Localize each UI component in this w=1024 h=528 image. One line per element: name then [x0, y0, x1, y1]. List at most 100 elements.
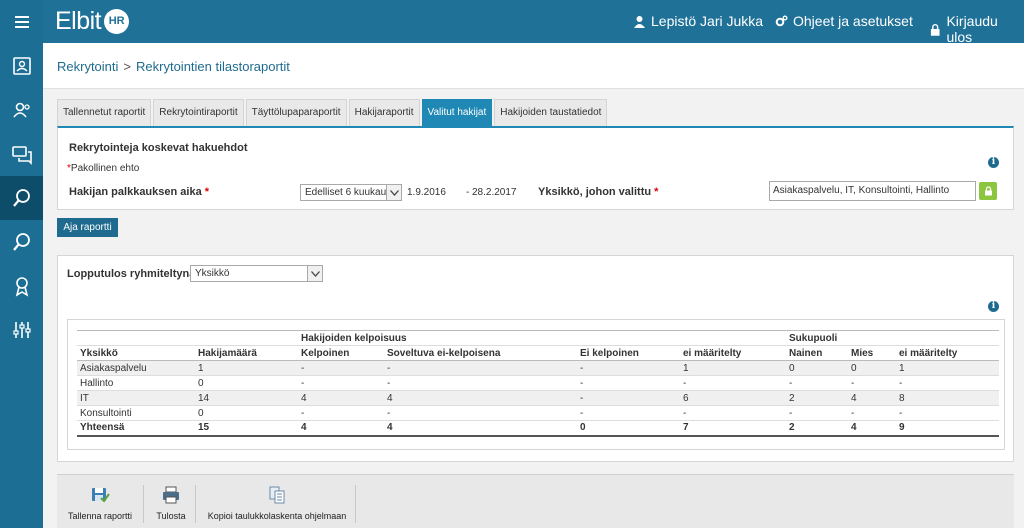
table-cell: -: [577, 405, 680, 421]
print-label: Tulosta: [156, 511, 186, 521]
table-cell: -: [298, 375, 384, 391]
unit-label: Yksikkö, johon valittu *: [538, 186, 659, 198]
table-cell: Hallinto: [77, 375, 195, 391]
award-icon[interactable]: [0, 264, 43, 308]
chat-icon[interactable]: [0, 132, 43, 176]
tab-recruitment-reports[interactable]: Rekrytointiraportit: [153, 99, 244, 126]
table-cell: -: [384, 375, 577, 391]
table-cell: 14: [195, 390, 298, 406]
group-header-empty: [77, 330, 195, 346]
user-name: Lepistö Jari Jukka: [651, 13, 764, 29]
date-dash: -: [466, 187, 470, 198]
tab-saved-reports[interactable]: Tallennetut raportit: [57, 99, 152, 126]
unit-picker-button[interactable]: [979, 182, 997, 200]
group-header-row: Hakijoiden kelpoisuus Sukupuoli: [77, 330, 999, 346]
info-icon[interactable]: i: [988, 301, 999, 312]
unit-field[interactable]: Asiakaspalvelu, IT, Konsultointi, Hallin…: [769, 181, 976, 201]
save-report-label: Tallenna raportti: [67, 511, 133, 521]
table-cell: -: [384, 360, 577, 376]
toolbar-divider: [355, 485, 356, 523]
column-header-row: Yksikkö Hakijamäärä Kelpoinen Soveltuva …: [77, 345, 999, 361]
column-header[interactable]: ei määritelty: [680, 345, 786, 361]
lock-icon: [930, 23, 940, 36]
run-report-button[interactable]: Aja raportti: [57, 218, 118, 237]
results-table-frame: Hakijoiden kelpoisuus Sukupuoli Yksikkö …: [67, 319, 1005, 450]
table-cell: 0: [195, 375, 298, 391]
column-header[interactable]: Hakijamäärä: [195, 345, 298, 361]
printer-icon: [163, 486, 179, 504]
date-from: 1.9.2016: [407, 187, 446, 198]
table-cell: 0: [786, 360, 848, 376]
table-cell: -: [786, 405, 848, 421]
tab-selected-applicants[interactable]: Valitut hakijat: [421, 99, 493, 126]
column-header[interactable]: Kelpoinen: [298, 345, 384, 361]
table-cell: 0: [195, 405, 298, 421]
tab-permit-reports[interactable]: Täyttölupaparaportit: [245, 99, 347, 126]
table-cell: 4: [384, 390, 577, 406]
table-cell: 4: [298, 390, 384, 406]
hire-time-select[interactable]: Edelliset 6 kuukautta: [300, 184, 402, 201]
settings-link[interactable]: Ohjeet ja asetukset: [775, 13, 913, 29]
info-icon[interactable]: i: [988, 157, 999, 168]
breadcrumb-separator: >: [123, 59, 132, 74]
table-row: Hallinto 0 - - - - - - -: [77, 375, 999, 391]
table-cell: -: [577, 360, 680, 376]
table-cell: -: [680, 375, 786, 391]
search-report-icon[interactable]: [0, 176, 43, 220]
results-table: Hakijoiden kelpoisuus Sukupuoli Yksikkö …: [77, 330, 999, 437]
table-cell: Asiakaspalvelu: [77, 360, 195, 376]
profile-card-icon[interactable]: [0, 44, 43, 88]
gears-icon: [775, 15, 788, 26]
criteria-panel: Rekrytointeja koskevat hakuehdot *Pakoll…: [57, 126, 1014, 210]
table-cell: -: [786, 375, 848, 391]
total-cell: 4: [298, 420, 384, 437]
criteria-title: Rekrytointeja koskevat hakuehdot: [69, 142, 248, 154]
users-icon[interactable]: [0, 88, 43, 132]
table-cell: 6: [680, 390, 786, 406]
breadcrumb-parent[interactable]: Rekrytointi: [57, 59, 118, 74]
menu-icon[interactable]: [0, 0, 43, 44]
toolbar-divider: [195, 485, 196, 523]
table-cell: -: [896, 405, 999, 421]
logo[interactable]: Elbit HR: [55, 7, 130, 36]
table-cell: -: [896, 375, 999, 391]
table-cell: 4: [848, 390, 896, 406]
logo-text: Elbit: [55, 7, 102, 35]
settings-label: Ohjeet ja asetukset: [793, 13, 913, 29]
sliders-icon[interactable]: [0, 308, 43, 352]
column-header[interactable]: Mies: [848, 345, 896, 361]
sidebar: [0, 0, 43, 528]
breadcrumb: Rekrytointi > Rekrytointien tilastoraporti…: [57, 59, 290, 74]
save-report-button[interactable]: Tallenna raportti: [65, 475, 135, 528]
column-header[interactable]: Yksikkö: [77, 345, 195, 361]
total-cell: 9: [896, 420, 999, 437]
required-note-text: Pakollinen ehto: [70, 163, 140, 174]
column-header[interactable]: Nainen: [786, 345, 848, 361]
column-header[interactable]: Soveltuva ei-kelpoisena: [384, 345, 577, 361]
breadcrumb-bar: Rekrytointi > Rekrytointien tilastoraporti…: [43, 43, 1024, 89]
table-cell: 2: [786, 390, 848, 406]
tab-applicant-reports[interactable]: Hakijaraportit: [348, 99, 420, 126]
logout-label: Kirjaudu ulos: [946, 13, 998, 45]
search-icon[interactable]: [0, 220, 43, 264]
table-cell: 8: [896, 390, 999, 406]
print-button[interactable]: Tulosta: [151, 475, 191, 528]
table-cell: -: [577, 390, 680, 406]
unit-required-star: *: [654, 186, 659, 198]
table-cell: -: [848, 375, 896, 391]
table-cell: -: [298, 360, 384, 376]
column-header[interactable]: ei määritelty: [896, 345, 999, 361]
group-by-select[interactable]: Yksikkö: [190, 265, 323, 282]
total-cell: 4: [384, 420, 577, 437]
logout-link[interactable]: Kirjaudu ulos: [929, 13, 1024, 45]
required-note: *Pakollinen ehto: [67, 163, 139, 174]
user-link[interactable]: Lepistö Jari Jukka: [633, 13, 763, 29]
results-panel: Lopputulos ryhmiteltynä Yksikkö i Hakijo…: [57, 255, 1014, 462]
column-header[interactable]: Ei kelpoinen: [577, 345, 680, 361]
lock-icon: [984, 186, 992, 196]
tab-applicant-background[interactable]: Hakijoiden taustatiedot: [494, 99, 608, 126]
total-cell: 4: [848, 420, 896, 437]
copy-to-spreadsheet-button[interactable]: Kopioi taulukkolaskenta ohjelmaan: [205, 475, 349, 528]
report-tabs: Tallennetut raportit Rekrytointiraportit…: [57, 99, 609, 126]
breadcrumb-current: Rekrytointien tilastoraportit: [136, 59, 290, 74]
